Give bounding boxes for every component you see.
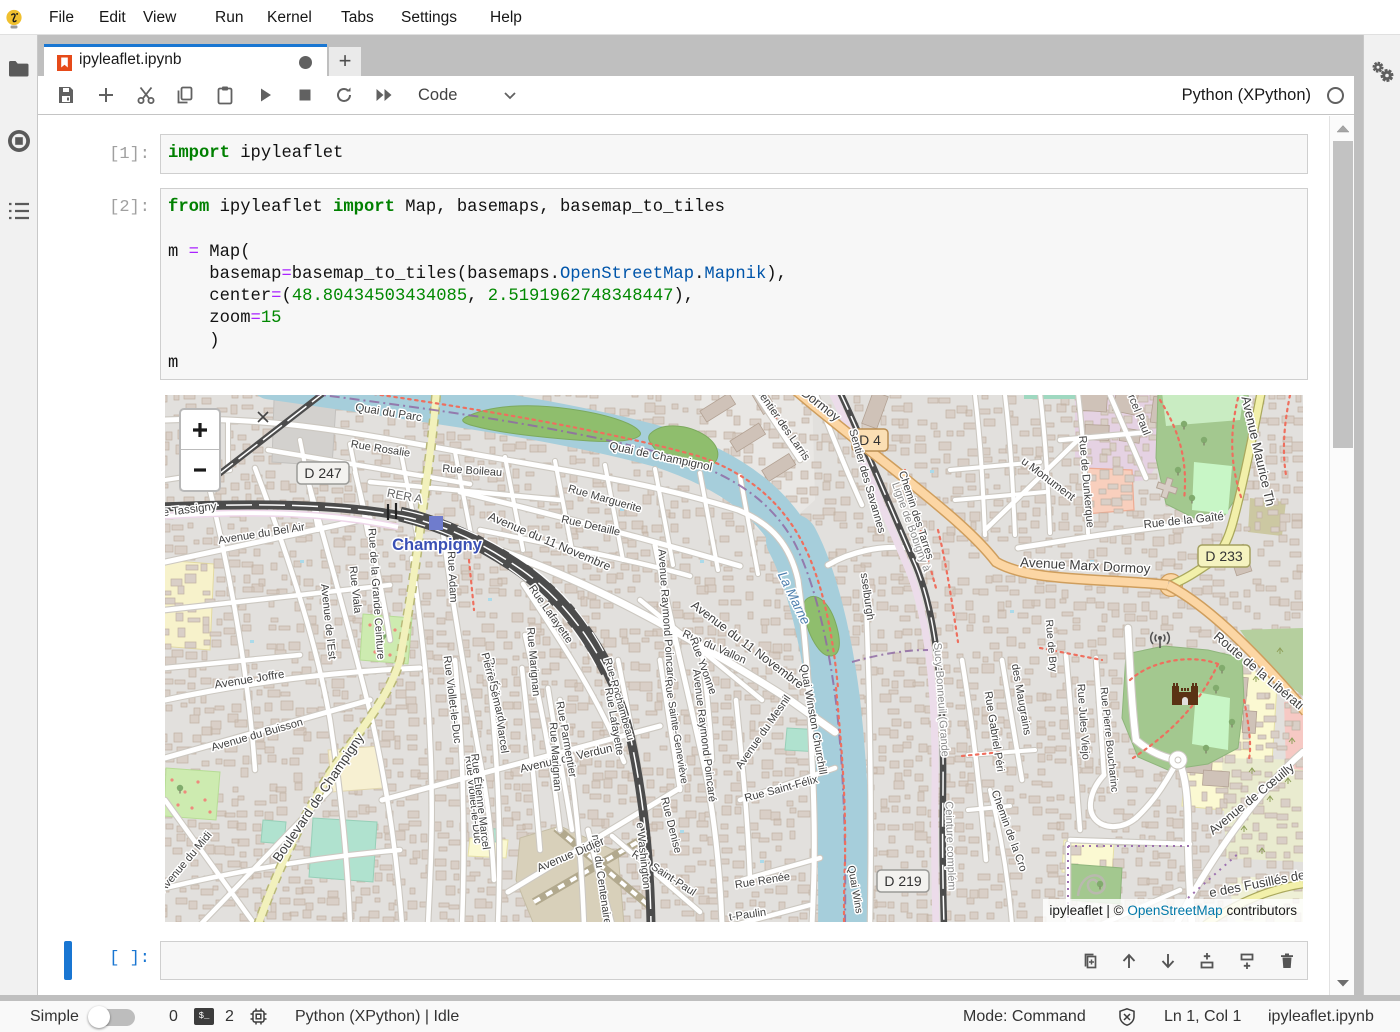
svg-text:D 233: D 233 [1205, 548, 1243, 564]
svg-text:Champigny: Champigny [392, 536, 483, 554]
svg-text:D 219: D 219 [884, 873, 922, 889]
svg-text:D 247: D 247 [304, 465, 342, 481]
